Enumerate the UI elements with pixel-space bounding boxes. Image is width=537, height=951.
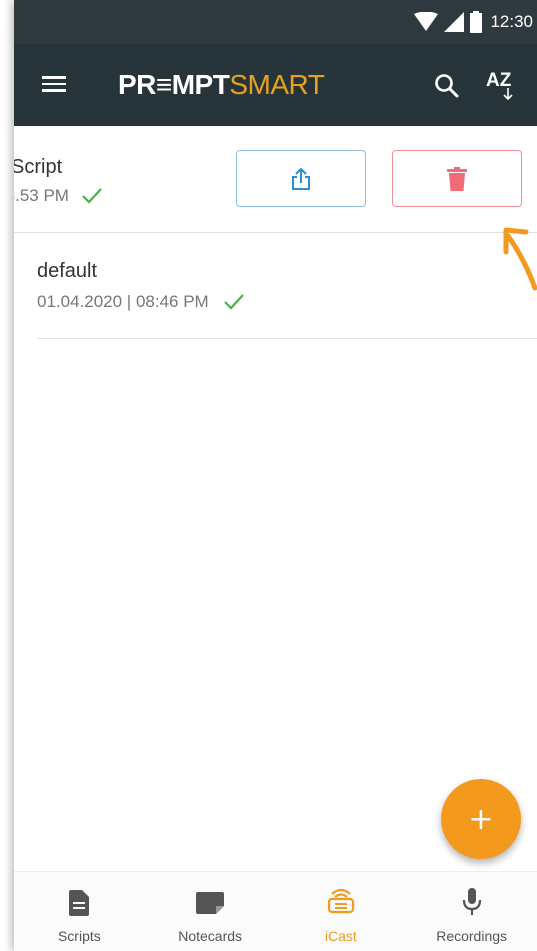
item-meta: 01.04.2020 | 08:46 PM [37,292,245,312]
check-icon [223,294,244,310]
status-icons: 12:30 [414,10,533,34]
status-time: 12:30 [490,12,533,31]
app-logo: PR≡MPTSMART [118,68,325,102]
list-item-swiped[interactable]: Script )8.53 PM [14,126,537,233]
bottom-navigation: Scripts Notecards iCast Recordings [14,871,537,951]
share-button[interactable] [236,150,366,207]
status-bar: 12:30 [14,0,537,44]
trash-icon [447,166,467,191]
nav-label-recordings: Recordings [436,928,508,944]
document-icon [69,890,90,916]
script-list: Script )8.53 PM defaul [14,126,537,804]
search-icon[interactable] [434,73,460,99]
item-title: default [37,260,98,282]
logo-part-prompt: PR≡MPT [118,69,230,100]
logo-part-smart: SMART [229,69,325,100]
add-icon: + [468,801,494,837]
menu-icon[interactable] [42,72,66,96]
nav-item-recordings[interactable]: Recordings [406,872,537,951]
nav-item-scripts[interactable]: Scripts [14,872,145,951]
item-timestamp: 01.04.2020 | 08:46 PM [37,292,209,311]
item-meta: )8.53 PM [14,186,103,206]
icast-icon [327,888,354,914]
signal-icon [444,12,465,32]
microphone-icon [462,888,481,915]
app-bar: PR≡MPTSMART AZ [14,44,537,126]
battery-icon [470,11,483,33]
item-title: Script [14,156,63,178]
wifi-icon [414,12,439,31]
phone-screen: 12:30 PR≡MPTSMART AZ Script )8.53 PM [14,0,537,951]
add-fab-button[interactable]: + [441,779,521,859]
check-icon [82,188,102,204]
list-item[interactable]: default 01.04.2020 | 08:46 PM [37,232,537,339]
item-timestamp: )8.53 PM [14,186,69,205]
nav-item-notecards[interactable]: Notecards [145,872,276,951]
nav-label-notecards: Notecards [178,928,243,944]
nav-item-icast[interactable]: iCast [276,872,407,951]
notecard-icon [196,892,225,914]
pointer-arrow-icon [503,227,537,291]
nav-label-icast: iCast [324,928,357,944]
delete-button[interactable] [392,150,522,207]
sort-az-button[interactable]: AZ [486,70,520,102]
nav-label-scripts: Scripts [57,928,101,944]
sort-arrow-icon [503,88,513,100]
share-icon [292,167,310,190]
